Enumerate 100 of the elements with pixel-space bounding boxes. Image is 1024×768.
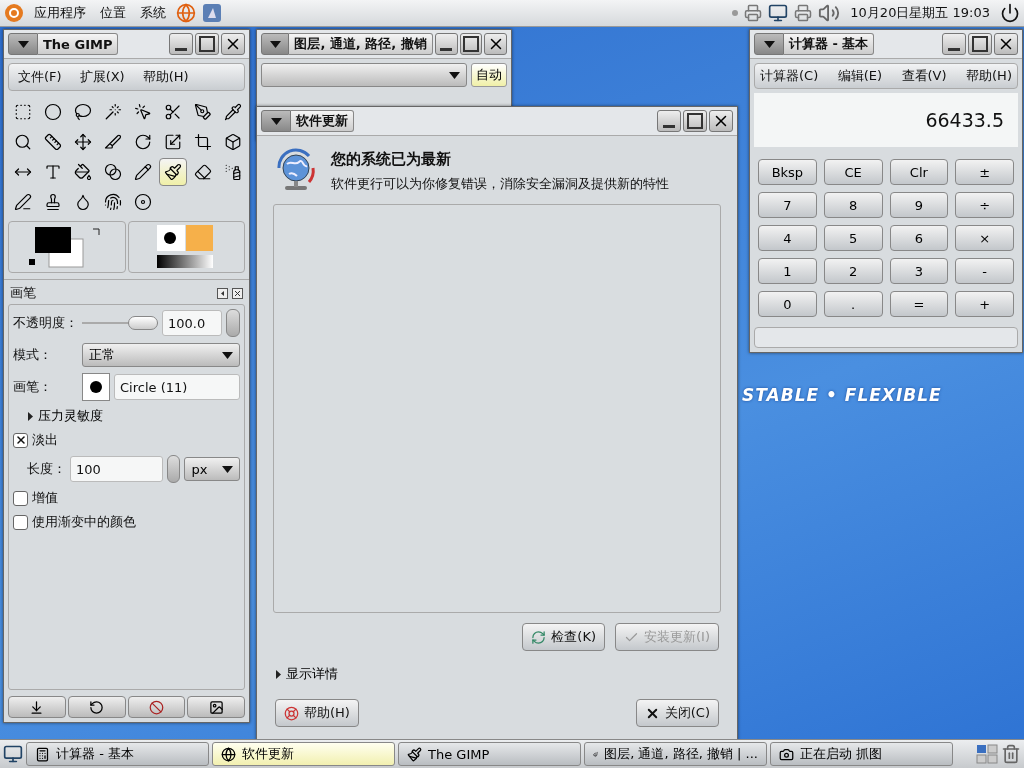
power-icon[interactable]: [1000, 3, 1020, 23]
close-button[interactable]: [221, 33, 245, 55]
printer-icon[interactable]: [794, 4, 813, 22]
spin-button[interactable]: [226, 309, 240, 337]
maximize-button[interactable]: [683, 110, 707, 132]
calculator-key[interactable]: 8: [823, 192, 883, 219]
taskbar-button[interactable]: 正在启动 抓图: [770, 742, 953, 766]
length-field[interactable]: 100: [70, 456, 164, 482]
expander[interactable]: 显示详情: [275, 665, 338, 683]
spin-button[interactable]: [167, 455, 181, 483]
window-menu-button[interactable]: [8, 33, 38, 55]
checkbox[interactable]: [13, 514, 28, 530]
clock[interactable]: 10月20日星期五 19:03: [846, 4, 994, 22]
app-launcher-icon[interactable]: [202, 3, 222, 23]
blend-icon: [104, 163, 122, 181]
close-button[interactable]: [994, 33, 1018, 55]
caret-icon: [269, 40, 281, 48]
close-button[interactable]: [484, 33, 507, 55]
calculator-key[interactable]: 5: [823, 225, 883, 252]
checkbox[interactable]: [13, 490, 28, 506]
calculator-key[interactable]: 9: [889, 192, 949, 219]
maximize-button[interactable]: [968, 33, 992, 55]
checkbox-option[interactable]: 增值: [13, 489, 58, 507]
taskbar-button[interactable]: 图层, 通道, 路径, 撤销 | ...: [584, 742, 767, 766]
calculator-key[interactable]: Bksp: [758, 159, 817, 186]
tool-button[interactable]: [159, 158, 187, 186]
close-button[interactable]: [709, 110, 733, 132]
menu-item[interactable]: 帮助(H): [961, 67, 1017, 86]
screen-icon[interactable]: [768, 3, 789, 23]
maximize-button[interactable]: [195, 33, 219, 55]
window-menu-button[interactable]: [261, 33, 290, 55]
calculator-key[interactable]: 6: [889, 225, 949, 252]
calculator-key[interactable]: 7: [758, 192, 817, 219]
image-dropdown[interactable]: [261, 63, 467, 87]
reset-options-button[interactable]: [187, 696, 245, 718]
checkbox[interactable]: [13, 432, 28, 448]
logo-icon[interactable]: [4, 3, 24, 23]
brush-preview[interactable]: [82, 373, 110, 401]
calculator-key[interactable]: 1: [758, 258, 817, 285]
trash-icon[interactable]: [1001, 744, 1021, 764]
delete-options-button[interactable]: [127, 696, 186, 718]
calculator-key[interactable]: CE: [823, 159, 883, 186]
calculator-key[interactable]: Clr: [889, 159, 949, 186]
brush-pattern-gradient-panel[interactable]: [127, 221, 245, 273]
panel-menu[interactable]: 应用程序: [30, 4, 90, 22]
calculator-key[interactable]: .: [823, 291, 883, 318]
panel-menu-icon[interactable]: [217, 287, 228, 299]
workspace-switcher-icon[interactable]: [976, 744, 998, 764]
calculator-key[interactable]: ×: [955, 225, 1014, 252]
ruler-icon: [44, 133, 62, 151]
expander[interactable]: 压力灵敏度: [27, 407, 103, 425]
window-title: 图层, 通道, 路径, 撤销: [289, 33, 433, 55]
checkbox-option[interactable]: 淡出: [13, 431, 58, 449]
menu-item[interactable]: 编辑(E): [832, 67, 888, 86]
auto-button[interactable]: 自动: [471, 63, 507, 87]
volume-icon[interactable]: [818, 2, 841, 24]
menu-item[interactable]: 查看(V): [896, 67, 952, 86]
mode-dropdown[interactable]: 正常: [82, 343, 240, 367]
menu-item[interactable]: 帮助(H): [133, 68, 198, 86]
opacity-field[interactable]: 100.0: [162, 310, 222, 336]
help-button[interactable]: 帮助(H): [275, 699, 359, 727]
color-swatch-panel[interactable]: [8, 221, 126, 273]
checkbox-option[interactable]: 使用渐变中的颜色: [13, 513, 136, 531]
calculator-key[interactable]: ±: [955, 159, 1014, 186]
calculator-key[interactable]: 2: [823, 258, 883, 285]
calculator-key[interactable]: =: [889, 291, 949, 318]
browser-icon[interactable]: [176, 3, 196, 23]
calculator-key[interactable]: +: [955, 291, 1014, 318]
opacity-slider[interactable]: [82, 316, 158, 330]
window-menu-button[interactable]: [754, 33, 784, 55]
slider-thumb[interactable]: [128, 316, 158, 330]
restore-options-button[interactable]: [67, 696, 126, 718]
taskbar-button[interactable]: 软件更新: [212, 742, 395, 766]
calculator-key[interactable]: -: [955, 258, 1014, 285]
menu-item[interactable]: 扩展(X): [70, 68, 134, 86]
minimize-button[interactable]: [169, 33, 193, 55]
check-button[interactable]: 检查(K): [522, 623, 605, 651]
minimize-button[interactable]: [657, 110, 681, 132]
maximize-icon: [972, 36, 988, 52]
close-icon[interactable]: [232, 287, 243, 299]
show-desktop-icon[interactable]: [3, 744, 23, 764]
menu-item[interactable]: 文件(F): [9, 68, 71, 86]
menu-item[interactable]: 计算器(C): [755, 67, 824, 86]
maximize-button[interactable]: [459, 33, 483, 55]
panel-menu[interactable]: 系统: [136, 4, 170, 22]
save-options-button[interactable]: [8, 696, 66, 718]
close-button[interactable]: 关闭(C): [635, 699, 719, 727]
unit-dropdown[interactable]: px: [184, 457, 240, 481]
taskbar-button[interactable]: 计算器 - 基本: [26, 742, 209, 766]
minimize-button[interactable]: [942, 33, 966, 55]
maximize-icon: [687, 113, 703, 129]
panel-menu[interactable]: 位置: [96, 4, 130, 22]
window-menu-button[interactable]: [261, 110, 291, 132]
calculator-key[interactable]: 3: [889, 258, 949, 285]
calculator-key[interactable]: ÷: [955, 192, 1014, 219]
calculator-key[interactable]: 4: [758, 225, 817, 252]
minimize-button[interactable]: [434, 33, 458, 55]
printer-icon[interactable]: [744, 4, 763, 22]
calculator-key[interactable]: 0: [758, 291, 817, 318]
taskbar-button[interactable]: The GIMP: [398, 742, 581, 766]
